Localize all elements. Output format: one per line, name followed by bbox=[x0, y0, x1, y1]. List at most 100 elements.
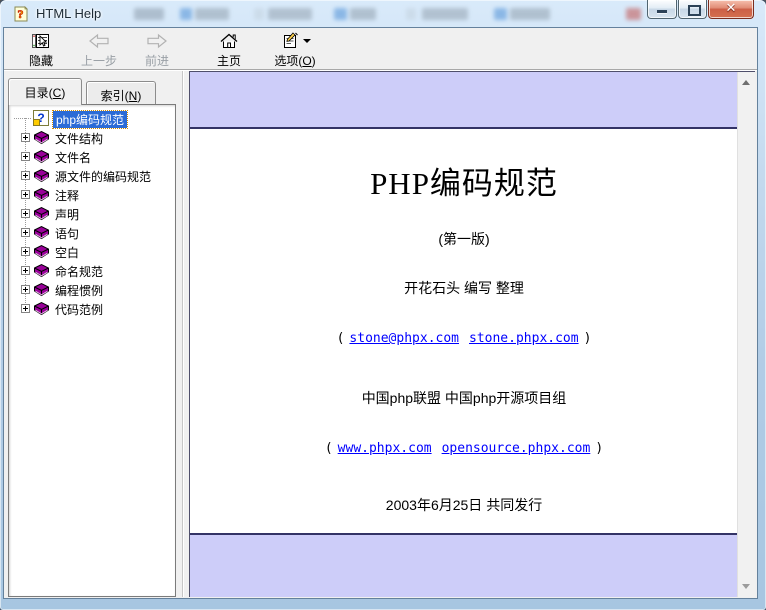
titlebar-reflection bbox=[494, 8, 507, 20]
minimize-icon bbox=[657, 10, 667, 13]
tree-item-label[interactable]: 文件名 bbox=[55, 149, 91, 166]
back-arrow-icon bbox=[88, 31, 110, 51]
tree-item-label[interactable]: 命名规范 bbox=[55, 263, 103, 280]
tree-item-source-coding-standard[interactable]: 源文件的编码规范 bbox=[9, 166, 175, 185]
tab-contents[interactable]: 目录(C) bbox=[8, 78, 82, 105]
email-link[interactable]: stone@phpx.com bbox=[349, 331, 459, 346]
opensource-link[interactable]: opensource.phpx.com bbox=[442, 441, 591, 456]
scroll-down-icon[interactable] bbox=[742, 584, 750, 589]
tree-item-label[interactable]: 声明 bbox=[55, 206, 79, 223]
options-icon bbox=[280, 31, 311, 51]
titlebar-reflection bbox=[268, 8, 312, 20]
tree-item-programming-conventions[interactable]: 编程惯例 bbox=[9, 280, 175, 299]
hide-button[interactable]: 隐藏 bbox=[12, 28, 70, 71]
tree-item-file-name[interactable]: 文件名 bbox=[9, 147, 175, 166]
tree-item-php-coding-standard[interactable]: ? php编码规范 bbox=[9, 109, 175, 128]
titlebar-reflection bbox=[406, 8, 416, 20]
client-area: 隐藏 上一步 前进 bbox=[4, 28, 757, 598]
phpx-link[interactable]: www.phpx.com bbox=[338, 441, 432, 456]
expand-plus-icon[interactable] bbox=[21, 285, 30, 294]
tree-item-naming-standard[interactable]: 命名规范 bbox=[9, 261, 175, 280]
pane-splitter[interactable] bbox=[176, 71, 189, 597]
paren-open: ( bbox=[337, 331, 345, 346]
expand-plus-icon[interactable] bbox=[21, 228, 30, 237]
edition-line: (第一版) bbox=[190, 229, 738, 249]
tree-item-label[interactable]: 语句 bbox=[55, 225, 79, 242]
tree-item-label[interactable]: 注释 bbox=[55, 187, 79, 204]
html-help-app-icon[interactable]: ? bbox=[12, 5, 30, 23]
scroll-up-icon[interactable] bbox=[742, 80, 750, 85]
tree-item-comments[interactable]: 注释 bbox=[9, 185, 175, 204]
titlebar-reflection bbox=[422, 8, 468, 20]
closed-book-icon bbox=[33, 187, 50, 202]
tree-item-label[interactable]: 源文件的编码规范 bbox=[55, 168, 151, 185]
forward-arrow-icon bbox=[146, 31, 168, 51]
expand-plus-icon[interactable] bbox=[21, 133, 30, 142]
organizations-line: 中国php联盟 中国php开源项目组 bbox=[190, 388, 738, 408]
toolbar: 隐藏 上一步 前进 bbox=[4, 28, 757, 70]
tree-item-statements[interactable]: 语句 bbox=[9, 223, 175, 242]
closed-book-icon bbox=[33, 130, 50, 145]
options-button-label: 选项(O) bbox=[274, 52, 315, 69]
tree-item-label[interactable]: 代码范例 bbox=[55, 301, 103, 318]
expand-plus-icon[interactable] bbox=[21, 171, 30, 180]
tab-index-label: 索引(N) bbox=[101, 89, 142, 103]
home-button-label: 主页 bbox=[217, 52, 241, 69]
window-title: HTML Help bbox=[36, 6, 101, 21]
hide-button-label: 隐藏 bbox=[29, 52, 53, 69]
expand-plus-icon[interactable] bbox=[21, 266, 30, 275]
tree-item-declarations[interactable]: 声明 bbox=[9, 204, 175, 223]
tab-index[interactable]: 索引(N) bbox=[86, 81, 156, 105]
tree-item-label[interactable]: 编程惯例 bbox=[55, 282, 103, 299]
back-button[interactable]: 上一步 bbox=[70, 28, 128, 71]
titlebar[interactable]: ? HTML Help ✕ bbox=[0, 0, 766, 28]
home-icon bbox=[219, 31, 239, 51]
help-topic-icon: ? bbox=[33, 110, 49, 126]
titlebar-reflection bbox=[195, 8, 229, 20]
expand-plus-icon[interactable] bbox=[21, 190, 30, 199]
tree-item-code-examples[interactable]: 代码范例 bbox=[9, 299, 175, 318]
maximize-icon bbox=[688, 5, 701, 16]
tree-item-file-structure[interactable]: 文件结构 bbox=[9, 128, 175, 147]
expand-plus-icon[interactable] bbox=[21, 152, 30, 161]
html-help-window: ? HTML Help ✕ bbox=[0, 0, 766, 610]
closed-book-icon bbox=[33, 282, 50, 297]
tree-item-label[interactable]: php编码规范 bbox=[53, 111, 127, 128]
close-icon: ✕ bbox=[709, 1, 753, 16]
contents-tree-panel: ? php编码规范 文件结构 文件名 源文件的编码规范 bbox=[8, 104, 176, 597]
window-controls: ✕ bbox=[646, 0, 754, 19]
titlebar-reflection bbox=[350, 8, 376, 20]
back-button-label: 上一步 bbox=[81, 52, 117, 69]
home-button[interactable]: 主页 bbox=[200, 28, 258, 71]
contents-tree: ? php编码规范 文件结构 文件名 源文件的编码规范 bbox=[9, 105, 175, 318]
closed-book-icon bbox=[33, 225, 50, 240]
titlebar-reflection bbox=[626, 8, 641, 20]
tab-contents-label: 目录(C) bbox=[25, 86, 66, 100]
maximize-button[interactable] bbox=[678, 0, 707, 19]
expand-plus-icon[interactable] bbox=[21, 209, 30, 218]
close-button[interactable]: ✕ bbox=[708, 0, 754, 19]
tree-item-label[interactable]: 空白 bbox=[55, 244, 79, 261]
forward-button[interactable]: 前进 bbox=[128, 28, 186, 71]
stone-site-link[interactable]: stone.phpx.com bbox=[469, 331, 579, 346]
tree-connector bbox=[14, 118, 31, 119]
paren-close: ) bbox=[584, 331, 592, 346]
tree-item-label[interactable]: 文件结构 bbox=[55, 130, 103, 147]
titlebar-reflection bbox=[180, 8, 192, 20]
paren-close: ) bbox=[595, 441, 603, 456]
closed-book-icon bbox=[33, 168, 50, 183]
site-links-line: (www.phpx.comopensource.phpx.com) bbox=[190, 441, 738, 456]
vertical-scrollbar[interactable] bbox=[737, 72, 755, 597]
publish-date-line: 2003年6月25日 共同发行 bbox=[190, 495, 738, 515]
expand-plus-icon[interactable] bbox=[21, 304, 30, 313]
tree-item-whitespace[interactable]: 空白 bbox=[9, 242, 175, 261]
closed-book-icon bbox=[33, 301, 50, 316]
closed-book-icon bbox=[33, 244, 50, 259]
options-button[interactable]: 选项(O) bbox=[266, 28, 324, 71]
document-title: PHP编码规范 bbox=[190, 158, 738, 203]
topic-content-pane: PHP编码规范 (第一版) 开花石头 编写 整理 (stone@phpx.com… bbox=[189, 71, 755, 597]
titlebar-reflection bbox=[510, 8, 550, 20]
expand-plus-icon[interactable] bbox=[21, 247, 30, 256]
minimize-button[interactable] bbox=[647, 0, 677, 19]
contact-links-line: ( stone@phpx.com stone.phpx.com) bbox=[190, 331, 738, 346]
